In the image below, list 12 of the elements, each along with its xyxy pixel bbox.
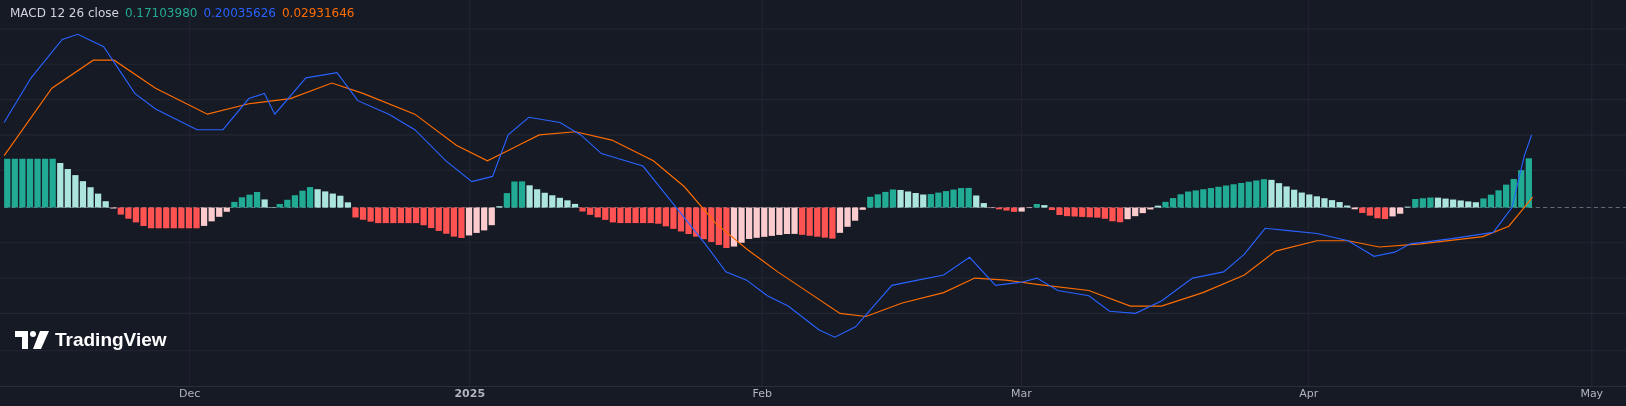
indicator-value: 0.17103980: [124, 6, 198, 20]
indicator-value: 0.02931646: [281, 6, 355, 20]
time-axis-label: Apr: [1299, 387, 1319, 400]
logo-text: TradingView: [55, 329, 167, 351]
logo-icon: [15, 331, 49, 349]
indicator-title: MACD 12 26 close: [10, 6, 119, 20]
time-axis-label: Dec: [179, 387, 201, 400]
indicator-value: 0.20035626: [203, 6, 276, 20]
time-axis-label: May: [1580, 387, 1604, 400]
time-axis-label: Feb: [752, 387, 772, 400]
time-axis-label: 2025: [454, 387, 486, 400]
time-axis-label: Mar: [1011, 387, 1032, 400]
